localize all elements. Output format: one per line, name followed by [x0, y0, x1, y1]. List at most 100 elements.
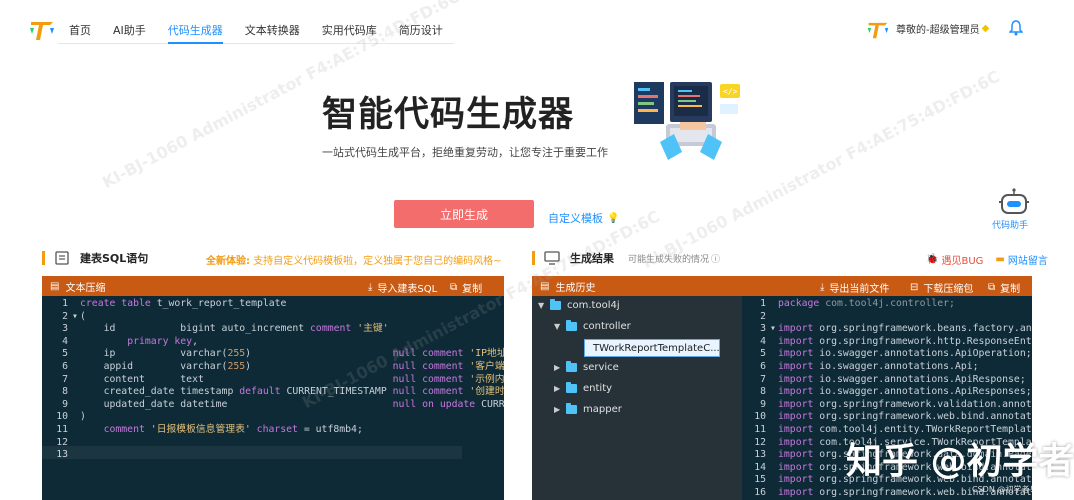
fold-marker [72, 386, 80, 399]
zhihu-watermark: 知乎 @初学者 [846, 441, 1074, 482]
svg-text:</>: </> [723, 87, 738, 96]
csdn-watermark: CSDN @初学者！ [972, 485, 1038, 494]
fold-markers: ▾ [770, 298, 778, 500]
tree-node-controller[interactable]: ▼ controller [554, 320, 631, 332]
top-navbar: 首页 AI助手 代码生成器 文本转换器 实用代码库 简历设计 尊敬的-超级管理员… [0, 0, 1074, 58]
logo-icon[interactable] [28, 14, 56, 42]
code-line: created_date timestamp default CURRENT_T… [80, 386, 504, 398]
line-number: 10 [56, 411, 68, 423]
custom-template-label: 自定义模板 [548, 212, 603, 225]
nav-code-library[interactable]: 实用代码库 [311, 18, 388, 43]
line-number: 6 [760, 360, 766, 372]
result-section-title: 生成结果 [570, 252, 614, 265]
line-number: 5 [62, 348, 68, 360]
fold-marker [770, 374, 778, 387]
coding-illustration-icon: </> [634, 82, 740, 160]
fold-marker [72, 399, 80, 412]
line-number: 11 [754, 423, 766, 435]
fold-marker [72, 424, 80, 437]
history-label: 生成历史 [555, 282, 596, 294]
folder-icon [550, 299, 561, 310]
import-sql-button[interactable]: ⤓ 导入建表SQL [368, 280, 437, 295]
code-line: updated_date datetime null on update CUR… [80, 398, 504, 410]
tree-node-mapper[interactable]: ▶ mapper [554, 403, 622, 415]
code-line: ( [80, 310, 86, 322]
sql-editor-panel: ▤ 文本压缩 ⤓ 导入建表SQL ⧉ 复制 1 2 3 4 5 6 7 8 9 10 11 12 13 … [42, 276, 504, 500]
site-message-label: 网站留言 [1007, 256, 1048, 267]
bell-icon[interactable] [1009, 20, 1023, 36]
code-line: import io.swagger.annotations.ApiRespons… [778, 373, 1026, 385]
code-line: appid varchar(255) null comment '客户端' [80, 360, 504, 372]
code-assistant-button[interactable]: 代码助手 [992, 188, 1034, 232]
line-number: 4 [62, 335, 68, 347]
line-number: 7 [760, 373, 766, 385]
history-toggle[interactable]: ▤ 生成历史 [540, 279, 595, 294]
user-name: 尊敬的-超级管理员 [896, 24, 980, 36]
fold-marker [770, 336, 778, 349]
download-zip-label: 下载压缩包 [923, 284, 974, 295]
monitor-icon [544, 251, 560, 265]
line-number: 16 [754, 486, 766, 498]
sql-code-editor[interactable]: create table t_work_report_template( id … [80, 298, 504, 462]
copy-code-label: 复制 [1000, 284, 1021, 295]
tree-node-root[interactable]: ▼ com.tool4j [538, 299, 620, 311]
fold-marker [72, 411, 80, 424]
document-icon [55, 251, 69, 265]
download-zip-button[interactable]: ⊟ 下载压缩包 [910, 280, 973, 295]
page-title: 智能代码生成器 [322, 95, 575, 135]
sql-section-header: 建表SQL语句 [54, 250, 148, 266]
expand-arrow-icon: ▶ [554, 363, 561, 372]
sql-section-title: 建表SQL语句 [80, 252, 149, 265]
tree-controller-label: controller [583, 321, 631, 332]
code-assistant-label: 代码助手 [992, 221, 1029, 231]
info-icon[interactable]: ⓘ [711, 252, 720, 265]
line-number: 7 [62, 373, 68, 385]
nav-code-generator[interactable]: 代码生成器 [157, 18, 234, 44]
text-compress-toggle[interactable]: ▤ 文本压缩 [50, 279, 105, 294]
page-subtitle: 一站式代码生成平台，拒绝重复劳动，让您专注于重要工作 [322, 146, 608, 159]
fold-marker [770, 348, 778, 361]
diamond-icon: ◆ [981, 22, 990, 34]
fold-marker [770, 399, 778, 412]
line-number: 14 [754, 461, 766, 473]
custom-template-link[interactable]: 自定义模板 💡 [548, 210, 619, 226]
copy-sql-button[interactable]: ⧉ 复制 [450, 280, 482, 295]
line-number: 5 [760, 348, 766, 360]
expand-arrow-icon: ▶ [554, 405, 561, 414]
tree-mapper-label: mapper [583, 404, 622, 415]
archive-icon: ⊟ [910, 282, 919, 293]
copy-code-button[interactable]: ⧉ 复制 [988, 280, 1020, 295]
nav-resume-design[interactable]: 简历设计 [388, 18, 454, 43]
user-menu[interactable]: 尊敬的-超级管理员 ◆ [866, 16, 989, 40]
tree-node-entity[interactable]: ▶ entity [554, 382, 612, 394]
file-icon: ▤ [50, 280, 60, 292]
generate-button[interactable]: 立即生成 [394, 200, 534, 228]
line-number: 9 [62, 398, 68, 410]
tree-node-service[interactable]: ▶ service [554, 361, 619, 373]
report-bug-link[interactable]: 🐞 遇见BUG [926, 252, 983, 267]
nav-ai-assistant[interactable]: AI助手 [102, 18, 157, 43]
selected-file-label: TWorkReportTemplateC... [593, 342, 720, 354]
code-line: primary key, [127, 335, 198, 347]
copy-icon: ⧉ [450, 282, 458, 293]
nav-home[interactable]: 首页 [58, 18, 102, 43]
selected-file[interactable]: TWorkReportTemplateC... [584, 339, 720, 357]
line-numbers: 1 2 3 4 5 6 7 8 9 10 11 12 13 14 15 16 [742, 298, 770, 500]
line-number: 8 [760, 386, 766, 398]
export-file-label: 导出当前文件 [829, 284, 890, 295]
fold-marker [72, 361, 80, 374]
site-message-link[interactable]: ▬ 网站留言 [995, 252, 1047, 267]
fold-marker [770, 298, 778, 311]
user-avatar-icon [867, 22, 889, 39]
download-icon: ⤓ [820, 282, 825, 293]
copy-icon: ⧉ [988, 282, 996, 293]
nav-text-converter[interactable]: 文本转换器 [234, 18, 311, 43]
main-nav: 首页 AI助手 代码生成器 文本转换器 实用代码库 简历设计 [58, 18, 454, 44]
new-experience-banner[interactable]: 全新体验: 支持自定义代码模板啦，定义独属于您自己的编码风格~ [206, 252, 502, 267]
fold-marker [770, 411, 778, 424]
export-file-button[interactable]: ⤓ 导出当前文件 [820, 280, 889, 295]
file-icon: ▤ [540, 280, 550, 292]
fold-marker [770, 474, 778, 487]
code-line: ) [80, 411, 86, 423]
failure-hint[interactable]: 可能生成失败的情况 [628, 252, 709, 265]
